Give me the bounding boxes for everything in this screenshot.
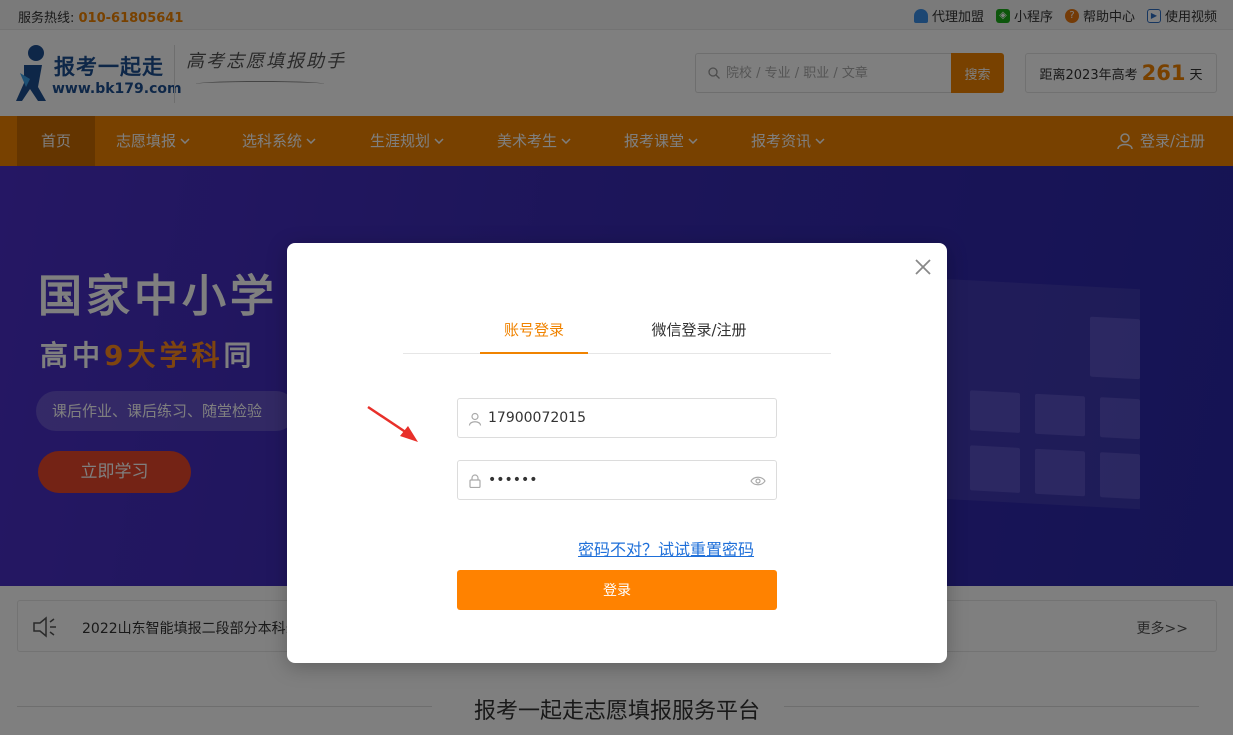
- password-field: [457, 460, 777, 500]
- user-icon: [468, 412, 482, 426]
- red-arrow-annotation: [367, 405, 418, 442]
- tab-account-login[interactable]: 账号登录: [480, 319, 588, 354]
- login-tabs: 账号登录 微信登录/注册: [403, 309, 831, 354]
- lock-icon: [469, 474, 481, 488]
- tab-wechat-login[interactable]: 微信登录/注册: [639, 319, 759, 354]
- login-modal: 账号登录 微信登录/注册 密码不对？试试重置密码 登录: [287, 243, 947, 663]
- eye-icon[interactable]: [750, 474, 766, 488]
- reset-password-link[interactable]: 密码不对？试试重置密码: [578, 536, 754, 560]
- password-input[interactable]: [488, 461, 738, 499]
- username-input[interactable]: [488, 399, 738, 437]
- username-field: [457, 398, 777, 438]
- close-icon[interactable]: [913, 257, 933, 277]
- login-button[interactable]: 登录: [457, 570, 777, 610]
